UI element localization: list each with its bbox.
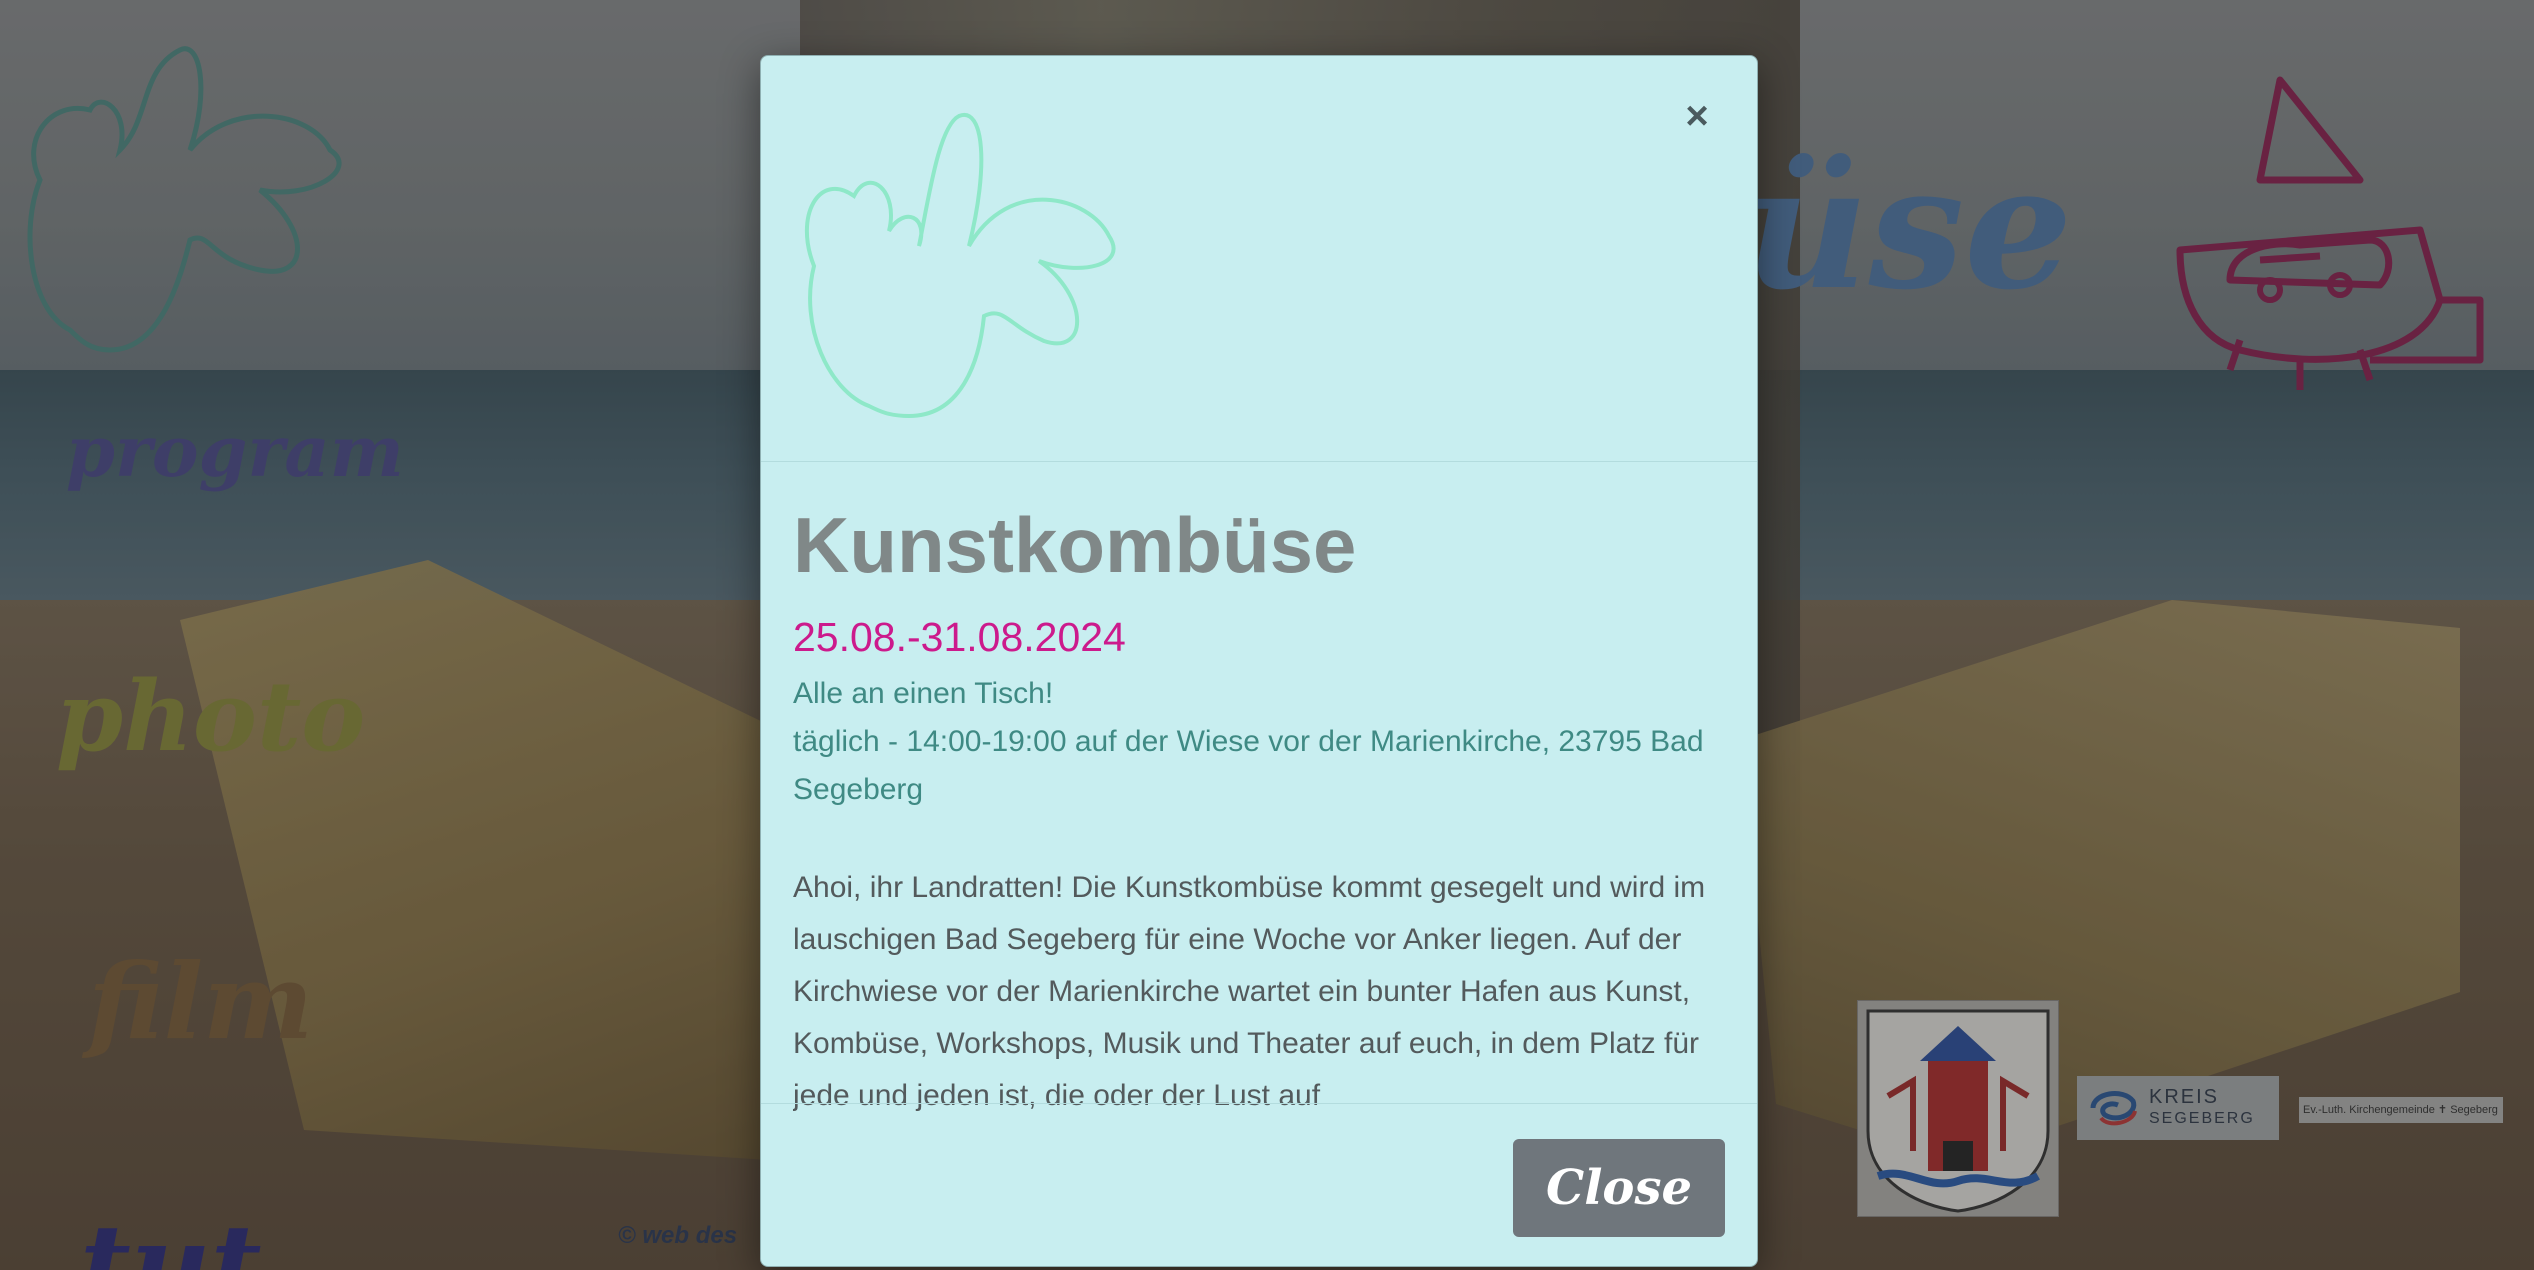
close-button[interactable]: Close — [1513, 1139, 1725, 1237]
event-time-location: täglich - 14:00-19:00 auf der Wiese vor … — [793, 725, 1704, 806]
event-subtitle: Alle an einen Tisch! — [793, 677, 1054, 710]
splash-logo-icon — [804, 112, 1116, 419]
close-icon[interactable]: × — [1679, 96, 1715, 136]
modal-header: × — [761, 56, 1757, 462]
modal-body: Kunstkombüse 25.08.-31.08.2024 Alle an e… — [793, 496, 1723, 1156]
event-description: Ahoi, ihr Landratten! Die Kunstkombüse k… — [793, 871, 1706, 1112]
event-title: Kunstkombüse — [793, 501, 1357, 589]
event-modal: × Kunstkombüse 25.08.-31.08.2024 Alle an… — [760, 55, 1758, 1267]
event-date: 25.08.-31.08.2024 — [793, 614, 1126, 660]
modal-footer: Close — [761, 1103, 1757, 1266]
